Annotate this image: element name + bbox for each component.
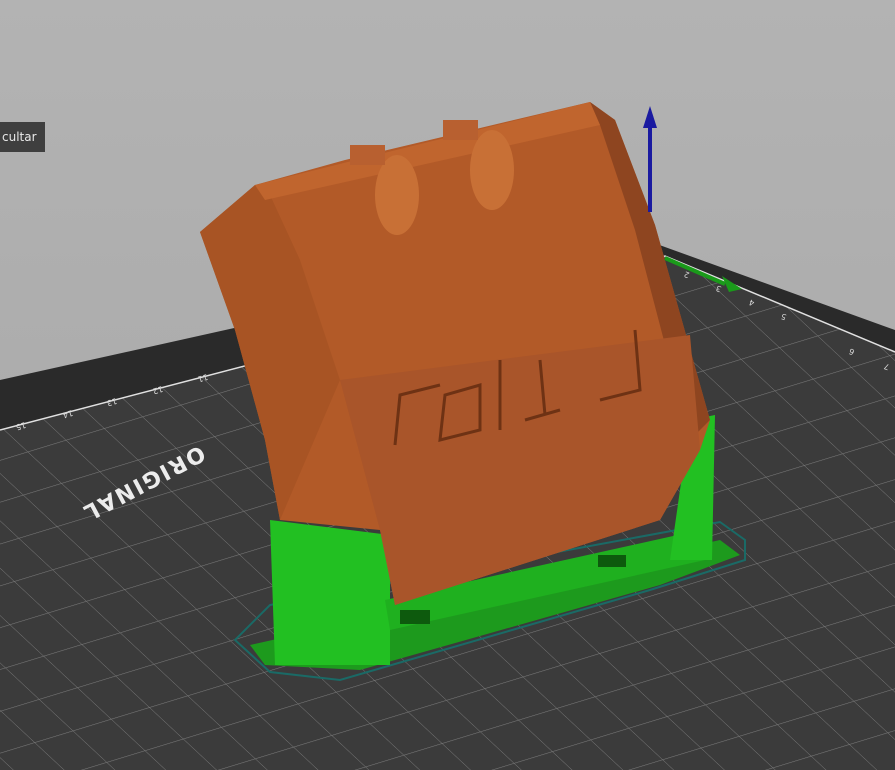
3d-viewport[interactable]: 15 14 13 12 11 2 3 4 5 6 7 ORIGINAL — [0, 0, 895, 770]
z-axis-arrow — [643, 106, 657, 212]
tooltip: cultar — [0, 122, 45, 152]
